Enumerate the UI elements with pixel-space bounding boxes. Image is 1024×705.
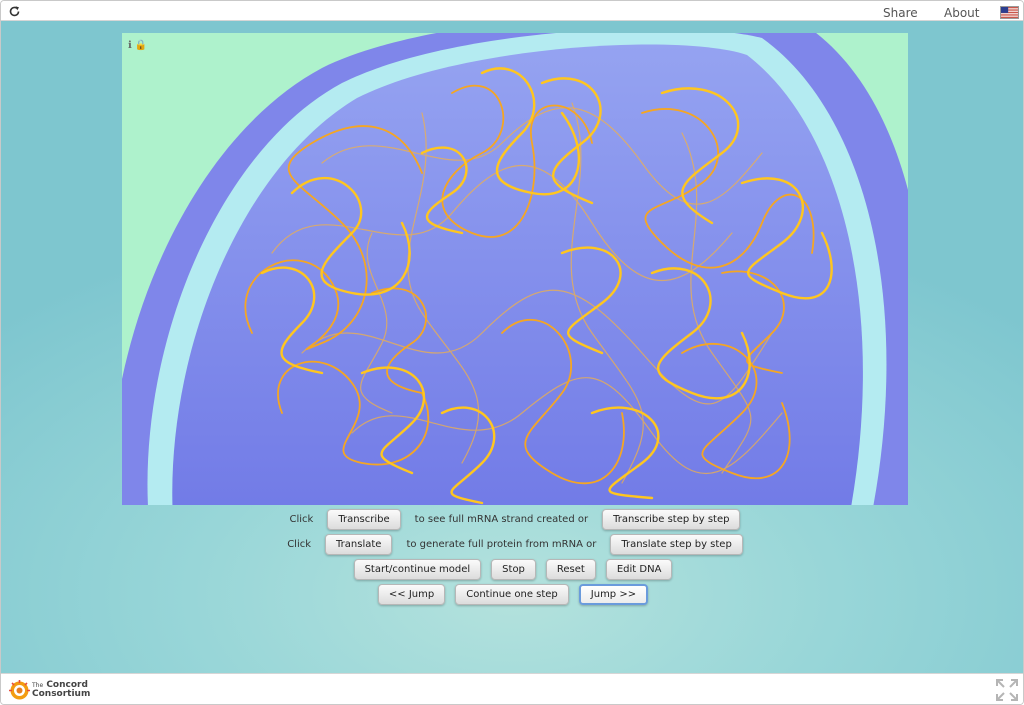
- transcribe-button[interactable]: Transcribe: [327, 508, 401, 530]
- reset-button[interactable]: Reset: [545, 558, 596, 580]
- transcribe-step-button[interactable]: Transcribe step by step: [602, 508, 741, 530]
- concord-logo-icon: [9, 679, 30, 699]
- canvas-tools: ℹ 🔒: [128, 40, 150, 51]
- translate-row: Click Translate to generate full protein…: [1, 533, 1023, 555]
- top-bar: Share About: [1, 1, 1023, 21]
- app-frame: Share About ℹ 🔒 Click Transcribe to see …: [0, 0, 1024, 705]
- cell-canvas[interactable]: ℹ 🔒: [122, 33, 908, 505]
- reload-icon[interactable]: [8, 5, 21, 18]
- transcribe-row: Click Transcribe to see full mRNA strand…: [1, 508, 1023, 530]
- concord-logo[interactable]: The Concord Consortium: [9, 678, 90, 702]
- jump-back-button[interactable]: << Jump: [377, 583, 446, 605]
- transcribe-prefix-label: Click: [289, 513, 314, 525]
- info-icon[interactable]: ℹ: [128, 40, 132, 51]
- about-link[interactable]: About: [944, 6, 979, 20]
- share-link[interactable]: Share: [883, 6, 918, 20]
- translate-prefix-label: Click: [287, 538, 312, 550]
- step-controls-row: << Jump Continue one step Jump >>: [1, 583, 1023, 605]
- edit-dna-button[interactable]: Edit DNA: [605, 558, 673, 580]
- jump-forward-button[interactable]: Jump >>: [578, 583, 649, 605]
- translate-step-button[interactable]: Translate step by step: [610, 533, 743, 555]
- stop-button[interactable]: Stop: [491, 558, 536, 580]
- lock-icon[interactable]: 🔒: [135, 40, 147, 51]
- transcribe-middle-label: to see full mRNA strand created or: [414, 513, 589, 525]
- cell-illustration: [122, 33, 908, 505]
- translate-button[interactable]: Translate: [325, 533, 393, 555]
- model-stage: ℹ 🔒 Click Transcribe to see full mRNA str…: [1, 21, 1023, 673]
- model-controls-row: Start/continue model Stop Reset Edit DNA: [1, 558, 1023, 580]
- start-continue-button[interactable]: Start/continue model: [353, 558, 482, 580]
- concord-logo-text: The Concord Consortium: [32, 680, 91, 699]
- fullscreen-icon[interactable]: [996, 679, 1018, 701]
- translate-middle-label: to generate full protein from mRNA or: [406, 538, 597, 550]
- us-flag-icon[interactable]: [1000, 6, 1019, 19]
- bottom-bar: The Concord Consortium: [1, 673, 1023, 704]
- continue-one-step-button[interactable]: Continue one step: [455, 583, 569, 605]
